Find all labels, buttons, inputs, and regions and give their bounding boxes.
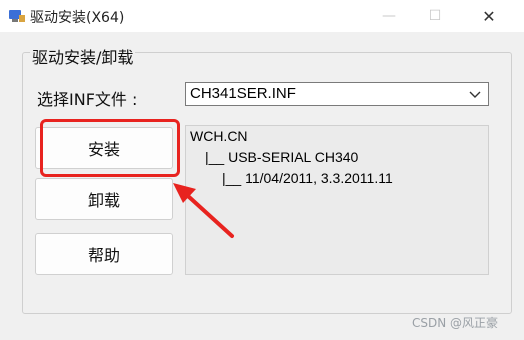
driver-info-panel — [185, 125, 489, 275]
inf-file-label: 选择INF文件 : — [37, 90, 138, 109]
info-line-version: |__ 11/04/2011, 3.3.2011.11 — [222, 170, 393, 186]
uninstall-button[interactable]: 卸载 — [35, 178, 173, 220]
usb-driver-icon — [9, 10, 25, 22]
close-button[interactable]: ✕ — [466, 0, 512, 32]
install-highlight-box — [40, 119, 180, 177]
chevron-down-icon[interactable] — [468, 87, 482, 101]
minimize-button[interactable]: — — [366, 0, 412, 32]
maximize-button[interactable]: ☐ — [412, 0, 458, 32]
window-title: 驱动安装(X64) — [30, 10, 125, 26]
help-button[interactable]: 帮助 — [35, 233, 173, 275]
driver-install-window: 驱动安装(X64) — ☐ ✕ 驱动安装/卸载 选择INF文件 : CH341S… — [0, 0, 524, 340]
group-title: 驱动安装/卸载 — [30, 44, 136, 68]
title-bar: 驱动安装(X64) — ☐ ✕ — [0, 0, 524, 32]
info-line-vendor: WCH.CN — [190, 128, 248, 144]
watermark: CSDN @风正豪 — [412, 316, 499, 330]
info-line-device: |__ USB-SERIAL CH340 — [205, 149, 359, 165]
inf-file-value: CH341SER.INF — [190, 85, 296, 102]
inf-file-select[interactable]: CH341SER.INF — [185, 82, 489, 106]
